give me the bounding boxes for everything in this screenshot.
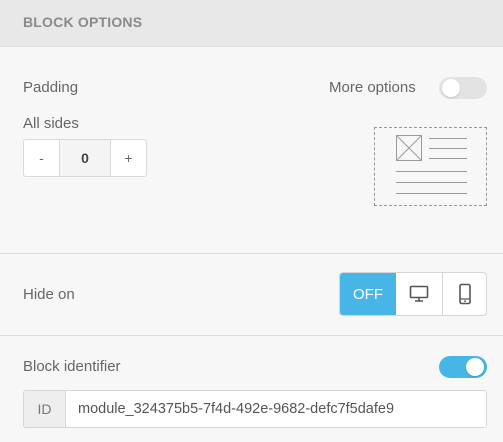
panel-title: BLOCK OPTIONS — [23, 14, 143, 30]
block-id-field: ID — [23, 390, 487, 428]
padding-stepper: - 0 + — [23, 139, 147, 177]
block-identifier-toggle[interactable] — [439, 356, 487, 378]
mobile-icon — [458, 283, 471, 305]
hide-on-label: Hide on — [23, 286, 75, 303]
padding-preview — [374, 127, 487, 206]
block-identifier-label: Block identifier — [23, 358, 121, 375]
decrement-button[interactable]: - — [24, 140, 59, 176]
hide-mobile-button[interactable] — [443, 273, 486, 315]
padding-value-input[interactable]: 0 — [59, 140, 111, 176]
desktop-icon — [409, 285, 429, 302]
more-options-label: More options — [329, 79, 416, 96]
padding-label: Padding — [23, 79, 79, 96]
increment-button[interactable]: + — [111, 140, 146, 176]
hide-desktop-button[interactable] — [396, 273, 443, 315]
panel-header: BLOCK OPTIONS — [0, 0, 503, 47]
hide-on-selector: OFF — [339, 272, 487, 316]
section-divider — [0, 253, 503, 254]
block-id-input[interactable] — [66, 391, 486, 427]
toggle-knob — [442, 79, 460, 97]
all-sides-label: All sides — [23, 115, 79, 132]
layout-preview-icon — [396, 135, 467, 194]
section-divider — [0, 335, 503, 336]
id-prefix-label: ID — [24, 391, 66, 427]
hide-off-button[interactable]: OFF — [340, 273, 396, 315]
more-options-toggle[interactable] — [439, 77, 487, 99]
block-options-panel: BLOCK OPTIONS Padding More options All s… — [0, 0, 503, 442]
toggle-knob — [466, 358, 484, 376]
